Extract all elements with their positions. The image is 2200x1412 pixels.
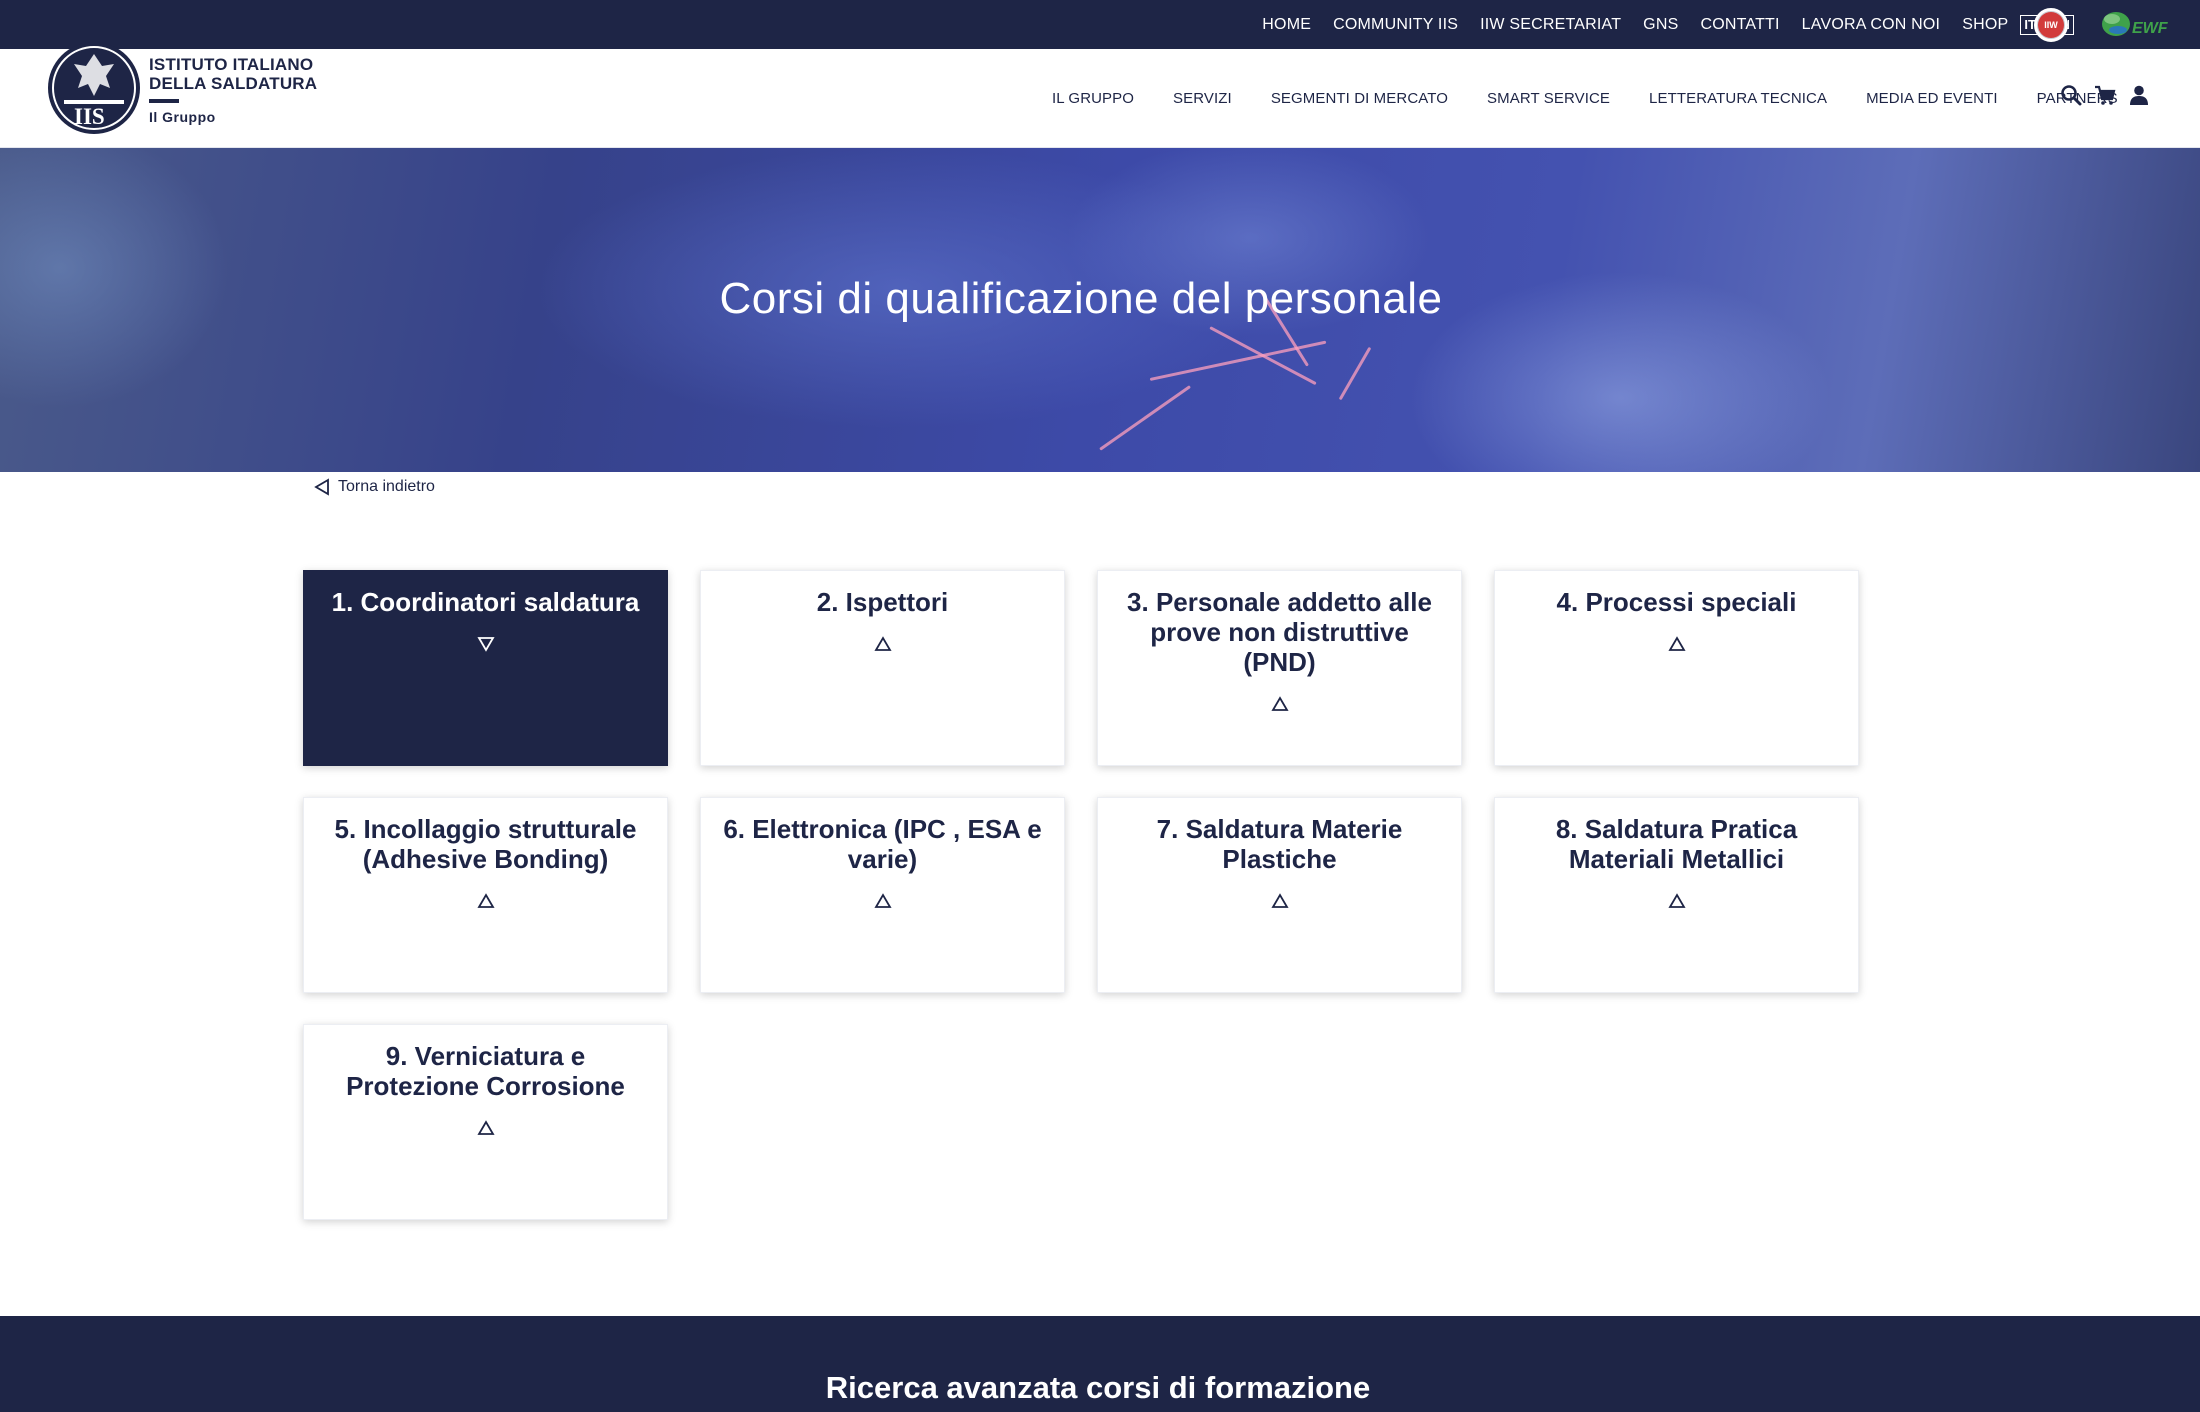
course-card-title: 6. Elettronica (IPC , ESA e varie) <box>723 814 1042 874</box>
iiw-logo[interactable]: IIW <box>2034 8 2068 42</box>
top-link-shop[interactable]: SHOP <box>1962 16 2008 34</box>
logo-subtitle: Il Gruppo <box>149 109 216 125</box>
chevron-up-icon <box>476 893 495 908</box>
course-card-8[interactable]: 8. Saldatura Pratica Materiali Metallici <box>1494 797 1859 993</box>
advanced-search-band: Ricerca avanzata corsi di formazione <box>0 1316 2200 1412</box>
logo-line-2: DELLA SALDATURA <box>149 74 318 93</box>
course-card-5[interactable]: 5. Incollaggio strutturale (Adhesive Bon… <box>303 797 668 993</box>
back-link[interactable]: Torna indietro <box>314 478 435 496</box>
course-card-title: 8. Saldatura Pratica Materiali Metallici <box>1555 814 1798 874</box>
nav-il-gruppo[interactable]: IL GRUPPO <box>1052 90 1134 107</box>
nav-media-ed-eventi[interactable]: MEDIA ED EVENTI <box>1866 90 1998 107</box>
course-card-title: 2. Ispettori <box>816 587 949 617</box>
back-triangle-icon <box>314 478 329 496</box>
top-utility-bar: HOME COMMUNITY IIS IIW SECRETARIAT GNS C… <box>0 0 2200 49</box>
hero-spark <box>1099 385 1191 451</box>
hero-spark <box>1338 346 1372 401</box>
course-card-title: 3. Personale addetto alle prove non dist… <box>1127 587 1432 677</box>
logo-divider <box>149 99 179 103</box>
course-card-3[interactable]: 3. Personale addetto alle prove non dist… <box>1097 570 1462 766</box>
top-nav: HOME COMMUNITY IIS IIW SECRETARIAT GNS C… <box>1262 0 2074 49</box>
top-link-contatti[interactable]: CONTATTI <box>1700 16 1779 34</box>
search-icon[interactable] <box>2060 84 2082 106</box>
logo-line-1: ISTITUTO ITALIANO <box>149 55 314 74</box>
main-nav: IL GRUPPO SERVIZI SEGMENTI DI MERCATO SM… <box>1052 49 2130 148</box>
logo-text[interactable]: ISTITUTO ITALIANO DELLA SALDATURA Il Gru… <box>149 55 317 125</box>
nav-letteratura-tecnica[interactable]: LETTERATURA TECNICA <box>1649 90 1827 107</box>
header-icons <box>2060 84 2150 106</box>
top-link-lavora-con-noi[interactable]: LAVORA CON NOI <box>1802 16 1941 34</box>
course-card-9[interactable]: 9. Verniciatura e Protezione Corrosione <box>303 1024 668 1220</box>
advanced-search-title: Ricerca avanzata corsi di formazione <box>825 1370 1371 1405</box>
course-card-title: 1. Coordinatori saldatura <box>331 587 640 617</box>
user-icon[interactable] <box>2128 84 2150 106</box>
chevron-up-icon <box>476 1120 495 1135</box>
top-link-iiw-secretariat[interactable]: IIW SECRETARIAT <box>1480 16 1621 34</box>
course-card-title: 7. Saldatura Materie Plastiche <box>1156 814 1403 874</box>
course-card-2[interactable]: 2. Ispettori <box>700 570 1065 766</box>
course-card-title: 5. Incollaggio strutturale (Adhesive Bon… <box>334 814 637 874</box>
course-card-7[interactable]: 7. Saldatura Materie Plastiche <box>1097 797 1462 993</box>
iiw-logo-text: IIW <box>2038 12 2064 38</box>
ewf-logo-text: EWF <box>2132 20 2168 37</box>
chevron-up-icon <box>1270 893 1289 908</box>
hero-title: Corsi di qualificazione del personale <box>719 274 1443 323</box>
course-card-4[interactable]: 4. Processi speciali <box>1494 570 1859 766</box>
chevron-up-icon <box>1667 636 1686 651</box>
chevron-up-icon <box>873 893 892 908</box>
nav-smart-service[interactable]: SMART SERVICE <box>1487 90 1610 107</box>
back-link-label: Torna indietro <box>338 478 435 495</box>
top-link-gns[interactable]: GNS <box>1643 16 1678 34</box>
course-card-title: 9. Verniciatura e Protezione Corrosione <box>346 1041 625 1101</box>
chevron-up-icon <box>873 636 892 651</box>
chevron-down-icon <box>476 637 495 652</box>
course-card-1[interactable]: 1. Coordinatori saldatura <box>303 570 668 766</box>
chevron-up-icon <box>1270 696 1289 711</box>
nav-servizi[interactable]: SERVIZI <box>1173 90 1232 107</box>
ewf-logo[interactable]: EWF <box>2098 6 2173 44</box>
top-link-home[interactable]: HOME <box>1262 16 1311 34</box>
iis-emblem-text: IIS <box>74 104 105 129</box>
course-card-6[interactable]: 6. Elettronica (IPC , ESA e varie) <box>700 797 1065 993</box>
nav-segmenti-di-mercato[interactable]: SEGMENTI DI MERCATO <box>1271 90 1448 107</box>
chevron-up-icon <box>1667 893 1686 908</box>
cart-icon[interactable] <box>2094 84 2116 106</box>
top-link-community[interactable]: COMMUNITY IIS <box>1333 16 1458 34</box>
hero-banner: Corsi di qualificazione del personale <box>0 148 2200 472</box>
course-card-title: 4. Processi speciali <box>1556 587 1797 617</box>
